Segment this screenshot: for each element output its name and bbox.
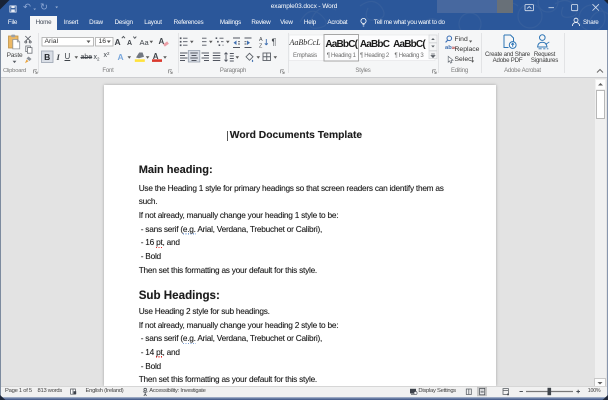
- svg-text:A: A: [259, 37, 263, 43]
- svg-text:Z: Z: [259, 43, 263, 49]
